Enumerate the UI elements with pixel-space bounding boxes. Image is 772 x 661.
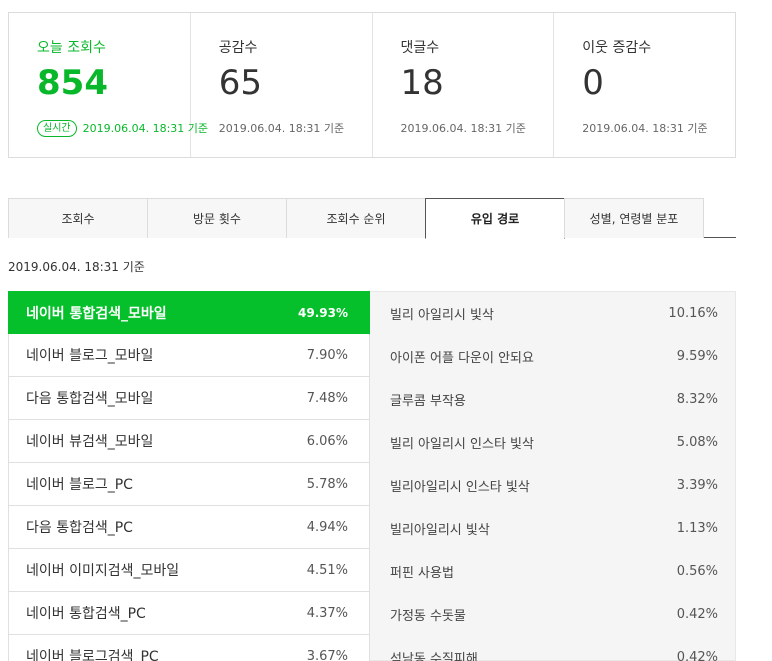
stat-value: 65: [218, 63, 263, 103]
stat-time: 2019.06.04. 18:31 기준: [401, 119, 526, 137]
source-percent: 4.51%: [306, 562, 348, 578]
stat-label: 공감수: [218, 40, 258, 56]
source-name: 네이버 블로그_PC: [26, 477, 133, 493]
keyword-percent: 0.42%: [676, 607, 718, 622]
source-row[interactable]: 네이버 이미지검색_모바일 4.51%: [8, 549, 370, 592]
stat-today-views: 오늘 조회수 854 실시간 2019.06.04. 18:31 기준: [9, 13, 208, 157]
source-row[interactable]: 네이버 통합검색_PC 4.37%: [8, 592, 370, 635]
keyword-percent: 9.59%: [676, 349, 718, 364]
source-row[interactable]: 다음 통합검색_모바일 7.48%: [8, 377, 370, 420]
stat-time: 실시간 2019.06.04. 18:31 기준: [37, 119, 208, 137]
source-name: 네이버 블로그검색_PC: [26, 649, 159, 661]
source-percent: 7.90%: [306, 347, 348, 363]
source-name: 네이버 통합검색_PC: [26, 606, 146, 622]
stat-neighbors: 이웃 증감수 0 2019.06.04. 18:31 기준: [554, 13, 735, 157]
basis-time: 2019.06.04. 18:31 기준: [8, 260, 145, 274]
keyword-row: 아이폰 어플 다운이 안되요 9.59%: [370, 335, 735, 378]
keyword-percent: 3.39%: [676, 478, 718, 493]
source-row[interactable]: 네이버 블로그_모바일 7.90%: [8, 334, 370, 377]
keyword-row: 빌리 아일리시 빛삭 10.16%: [370, 292, 735, 335]
stat-comments: 댓글수 18 2019.06.04. 18:31 기준: [373, 13, 555, 157]
keyword-percent: 0.56%: [676, 564, 718, 579]
stat-likes: 공감수 65 2019.06.04. 18:31 기준: [191, 13, 373, 157]
keyword-percent: 10.16%: [668, 306, 718, 321]
stat-time-text: 2019.06.04. 18:31 기준: [218, 122, 345, 135]
source-percent: 4.37%: [306, 605, 348, 621]
source-percent: 5.78%: [306, 476, 348, 492]
keyword-name: 빌리아일리시 인스타 빛삭: [390, 480, 530, 495]
keyword-name: 글루콤 부작용: [390, 394, 466, 409]
source-name: 네이버 뷰검색_모바일: [26, 434, 154, 450]
keyword-name: 석남동 수질피해: [390, 652, 478, 661]
tab-visit-count[interactable]: 방문 횟수: [147, 198, 287, 238]
keyword-row: 가정동 수돗물 0.42%: [370, 593, 735, 636]
source-percent: 6.06%: [306, 433, 348, 449]
tab-views[interactable]: 조회수: [8, 198, 148, 238]
source-percent: 3.67%: [306, 648, 348, 661]
keyword-panel: 빌리 아일리시 빛삭 10.16% 아이폰 어플 다운이 안되요 9.59% 글…: [370, 291, 736, 661]
source-row[interactable]: 네이버 통합검색_모바일 49.93%: [8, 291, 381, 335]
keyword-row: 빌리아일리시 빛삭 1.13%: [370, 507, 735, 550]
source-name: 다음 통합검색_PC: [26, 520, 133, 536]
source-percent: 7.48%: [306, 390, 348, 406]
source-row[interactable]: 네이버 블로그_PC 5.78%: [8, 463, 370, 506]
source-percent: 4.94%: [306, 519, 348, 535]
tab-view-rank[interactable]: 조회수 순위: [286, 198, 426, 238]
keyword-name: 빌리아일리시 빛삭: [390, 523, 490, 538]
inflow-source-list: 네이버 통합검색_모바일 49.93% 네이버 블로그_모바일 7.90% 다음…: [8, 291, 381, 661]
tab-gender-age[interactable]: 성별, 연령별 분포: [564, 198, 704, 238]
live-badge: 실시간: [37, 119, 77, 137]
stat-value: 18: [400, 63, 444, 103]
stats-panel: 오늘 조회수 854 실시간 2019.06.04. 18:31 기준 공감수 …: [8, 12, 736, 158]
stat-label: 이웃 증감수: [582, 40, 652, 56]
keyword-percent: 0.42%: [676, 650, 718, 661]
keyword-row: 빌리아일리시 인스타 빛삭 3.39%: [370, 464, 735, 507]
keyword-row: 석남동 수질피해 0.42%: [370, 636, 735, 661]
keyword-name: 아이폰 어플 다운이 안되요: [390, 351, 534, 366]
keyword-name: 퍼핀 사용법: [390, 566, 454, 581]
source-row[interactable]: 다음 통합검색_PC 4.94%: [8, 506, 370, 549]
keyword-name: 빌리 아일리시 빛삭: [390, 308, 494, 323]
stat-time: 2019.06.04. 18:31 기준: [219, 119, 344, 137]
stat-value: 0: [582, 63, 604, 103]
keyword-percent: 5.08%: [676, 435, 718, 450]
stat-label: 오늘 조회수: [37, 40, 106, 56]
keyword-row: 글루콤 부작용 8.32%: [370, 378, 735, 421]
source-row[interactable]: 네이버 뷰검색_모바일 6.06%: [8, 420, 370, 463]
source-name: 네이버 통합검색_모바일: [26, 305, 167, 322]
source-row[interactable]: 네이버 블로그검색_PC 3.67%: [8, 635, 370, 661]
stat-value: 854: [37, 63, 108, 103]
keyword-name: 가정동 수돗물: [390, 609, 466, 624]
keyword-name: 빌리 아일리시 인스타 빛삭: [390, 437, 534, 452]
keyword-row: 퍼핀 사용법 0.56%: [370, 550, 735, 593]
stat-time-text: 2019.06.04. 18:31 기준: [400, 122, 526, 135]
stats-tabs: 조회수 방문 횟수 조회수 순위 유입 경로 성별, 연령별 분포: [8, 198, 736, 239]
source-name: 다음 통합검색_모바일: [26, 391, 154, 407]
keyword-percent: 1.13%: [676, 521, 718, 536]
stat-time-text: 2019.06.04. 18:31 기준: [82, 122, 209, 135]
stat-time-text: 2019.06.04. 18:31 기준: [582, 122, 708, 135]
source-name: 네이버 이미지검색_모바일: [26, 563, 180, 579]
stat-time: 2019.06.04. 18:31 기준: [582, 119, 707, 137]
tab-inflow-path[interactable]: 유입 경로: [425, 198, 565, 239]
stat-label: 댓글수: [400, 40, 440, 56]
source-percent: 49.93%: [298, 305, 348, 320]
source-name: 네이버 블로그_모바일: [26, 348, 154, 364]
keyword-percent: 8.32%: [676, 392, 718, 407]
keyword-row: 빌리 아일리시 인스타 빛삭 5.08%: [370, 421, 735, 464]
